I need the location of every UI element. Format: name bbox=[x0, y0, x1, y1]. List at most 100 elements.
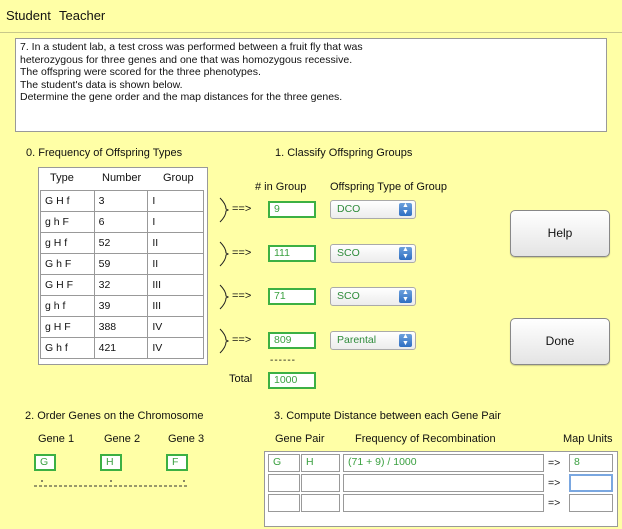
offspring-group-cell: IV bbox=[147, 316, 204, 338]
offspring-type-cell: g h F bbox=[40, 211, 95, 233]
offspring-number-cell: 59 bbox=[93, 253, 149, 275]
offspring-row: G H F 32 III bbox=[40, 274, 204, 296]
group-arrow: ==> bbox=[232, 334, 252, 346]
problem-line: heterozygous for three genes and one tha… bbox=[20, 53, 353, 66]
recombination-frequency-cell[interactable] bbox=[343, 494, 544, 512]
menu-teacher[interactable]: Teacher bbox=[59, 8, 105, 23]
group-type-label: Parental bbox=[337, 334, 377, 346]
offspring-type-cell: g H f bbox=[40, 232, 95, 254]
help-button[interactable]: Help bbox=[510, 210, 610, 257]
menu-student[interactable]: Student bbox=[6, 8, 51, 23]
offspring-group-cell: III bbox=[147, 295, 204, 317]
group-type-label: SCO bbox=[337, 290, 360, 302]
gene-pair-a-cell[interactable]: G bbox=[268, 454, 300, 472]
recombination-frequency-cell[interactable] bbox=[343, 474, 544, 492]
offspring-row: g H F 388 IV bbox=[40, 316, 204, 338]
col-header-frequency: Frequency of Recombination bbox=[355, 433, 496, 445]
offspring-row: G H f3I bbox=[40, 190, 204, 212]
total-dashes: ------ bbox=[270, 355, 296, 366]
popup-stepper-icon: ▲ ▼ bbox=[399, 246, 412, 260]
offspring-table: G H f3Ig h F6Ig H f 52 II G h F 59 II G H F 32 I… bbox=[40, 190, 204, 359]
offspring-group-cell: IV bbox=[147, 337, 204, 359]
col-header-map-units: Map Units bbox=[563, 433, 613, 445]
gene-pair-a-cell[interactable] bbox=[268, 474, 300, 492]
offspring-type-cell: G h f bbox=[40, 337, 95, 359]
group-count-input[interactable]: 9 bbox=[268, 201, 316, 218]
section3-title: 3. Compute Distance between each Gene Pa… bbox=[274, 410, 501, 422]
total-label: Total bbox=[229, 373, 253, 385]
gene-pair-b-cell[interactable]: H bbox=[301, 454, 340, 472]
offspring-row: g h F6I bbox=[40, 211, 204, 233]
map-arrow: => bbox=[548, 497, 561, 509]
group-type-popup[interactable]: Parental ▲ ▼ bbox=[330, 331, 416, 350]
gene2-input[interactable]: H bbox=[100, 454, 122, 471]
problem-text-area[interactable]: 7. In a student lab, a test cross was pe… bbox=[15, 38, 607, 132]
problem-line: Determine the gene order and the map dis… bbox=[20, 91, 343, 104]
offspring-group-cell: III bbox=[147, 274, 204, 296]
group-arrow: ==> bbox=[232, 203, 252, 215]
section1-title: 1. Classify Offspring Groups bbox=[275, 147, 413, 159]
offspring-number-cell: 39 bbox=[93, 295, 149, 317]
offspring-group-cell: I bbox=[147, 190, 204, 212]
offspring-group-cell: II bbox=[147, 253, 204, 275]
gene-pair-b-cell[interactable] bbox=[301, 474, 340, 492]
popup-stepper-icon: ▲ ▼ bbox=[399, 289, 412, 303]
popup-stepper-icon: ▲ ▼ bbox=[399, 202, 412, 216]
group-type-label: SCO bbox=[337, 247, 360, 259]
total-input[interactable]: 1000 bbox=[268, 372, 316, 389]
recombination-frequency-cell[interactable]: (71 + 9) / 1000 bbox=[343, 454, 544, 472]
col-header-in-group: # in Group bbox=[255, 181, 307, 193]
group-brace bbox=[219, 328, 230, 354]
map-units-input[interactable] bbox=[569, 474, 613, 492]
offspring-row: G h F 59 II bbox=[40, 253, 204, 275]
offspring-number-cell: 6 bbox=[93, 211, 149, 233]
col-header-type: Type bbox=[50, 172, 74, 184]
map-units-input[interactable]: 8 bbox=[569, 454, 613, 472]
gene-pair-b-cell[interactable] bbox=[301, 494, 340, 512]
group-arrow: ==> bbox=[232, 290, 252, 302]
offspring-row: G h f 421 IV bbox=[40, 337, 204, 359]
offspring-number-cell: 52 bbox=[93, 232, 149, 254]
map-arrow: => bbox=[548, 477, 561, 489]
gene3-label: Gene 3 bbox=[168, 433, 205, 445]
group-arrow: ==> bbox=[232, 247, 252, 259]
group-brace bbox=[219, 284, 230, 310]
popup-stepper-icon: ▲ ▼ bbox=[399, 333, 412, 347]
group-type-popup[interactable]: SCO ▲ ▼ bbox=[330, 287, 416, 306]
chromosome-line bbox=[34, 480, 187, 487]
offspring-number-cell: 388 bbox=[93, 316, 149, 338]
offspring-group-cell: I bbox=[147, 211, 204, 233]
group-count-input[interactable]: 809 bbox=[268, 332, 316, 349]
section2-title: 2. Order Genes on the Chromosome bbox=[25, 410, 204, 422]
group-brace bbox=[219, 241, 230, 267]
offspring-number-cell: 32 bbox=[93, 274, 149, 296]
offspring-type-cell: G H f bbox=[40, 190, 95, 212]
problem-line: 7. In a student lab, a test cross was pe… bbox=[20, 41, 363, 53]
offspring-type-cell: G H F bbox=[40, 274, 95, 296]
gene2-label: Gene 2 bbox=[104, 433, 141, 445]
menu-bar: Student Teacher bbox=[0, 0, 622, 33]
gene3-input[interactable]: F bbox=[166, 454, 188, 471]
group-type-popup[interactable]: SCO ▲ ▼ bbox=[330, 244, 416, 263]
group-count-input[interactable]: 111 bbox=[268, 245, 316, 262]
map-units-input[interactable] bbox=[569, 494, 613, 512]
done-button[interactable]: Done bbox=[510, 318, 610, 365]
offspring-number-cell: 3 bbox=[93, 190, 149, 212]
col-header-group: Group bbox=[163, 172, 194, 184]
offspring-number-cell: 421 bbox=[93, 337, 149, 359]
problem-line: The student's data is shown below. bbox=[20, 78, 183, 91]
gene1-input[interactable]: G bbox=[34, 454, 56, 471]
offspring-row: g H f 52 II bbox=[40, 232, 204, 254]
group-count-input[interactable]: 71 bbox=[268, 288, 316, 305]
section0-title: 0. Frequency of Offspring Types bbox=[26, 147, 183, 159]
col-header-gene-pair: Gene Pair bbox=[275, 433, 325, 445]
offspring-type-cell: g h f bbox=[40, 295, 95, 317]
group-type-popup[interactable]: DCO ▲ ▼ bbox=[330, 200, 416, 219]
gene-pair-a-cell[interactable] bbox=[268, 494, 300, 512]
gene1-label: Gene 1 bbox=[38, 433, 75, 445]
offspring-group-cell: II bbox=[147, 232, 204, 254]
offspring-type-cell: g H F bbox=[40, 316, 95, 338]
group-brace bbox=[219, 197, 230, 223]
col-header-number: Number bbox=[102, 172, 142, 184]
col-header-offspring-type: Offspring Type of Group bbox=[330, 181, 447, 193]
